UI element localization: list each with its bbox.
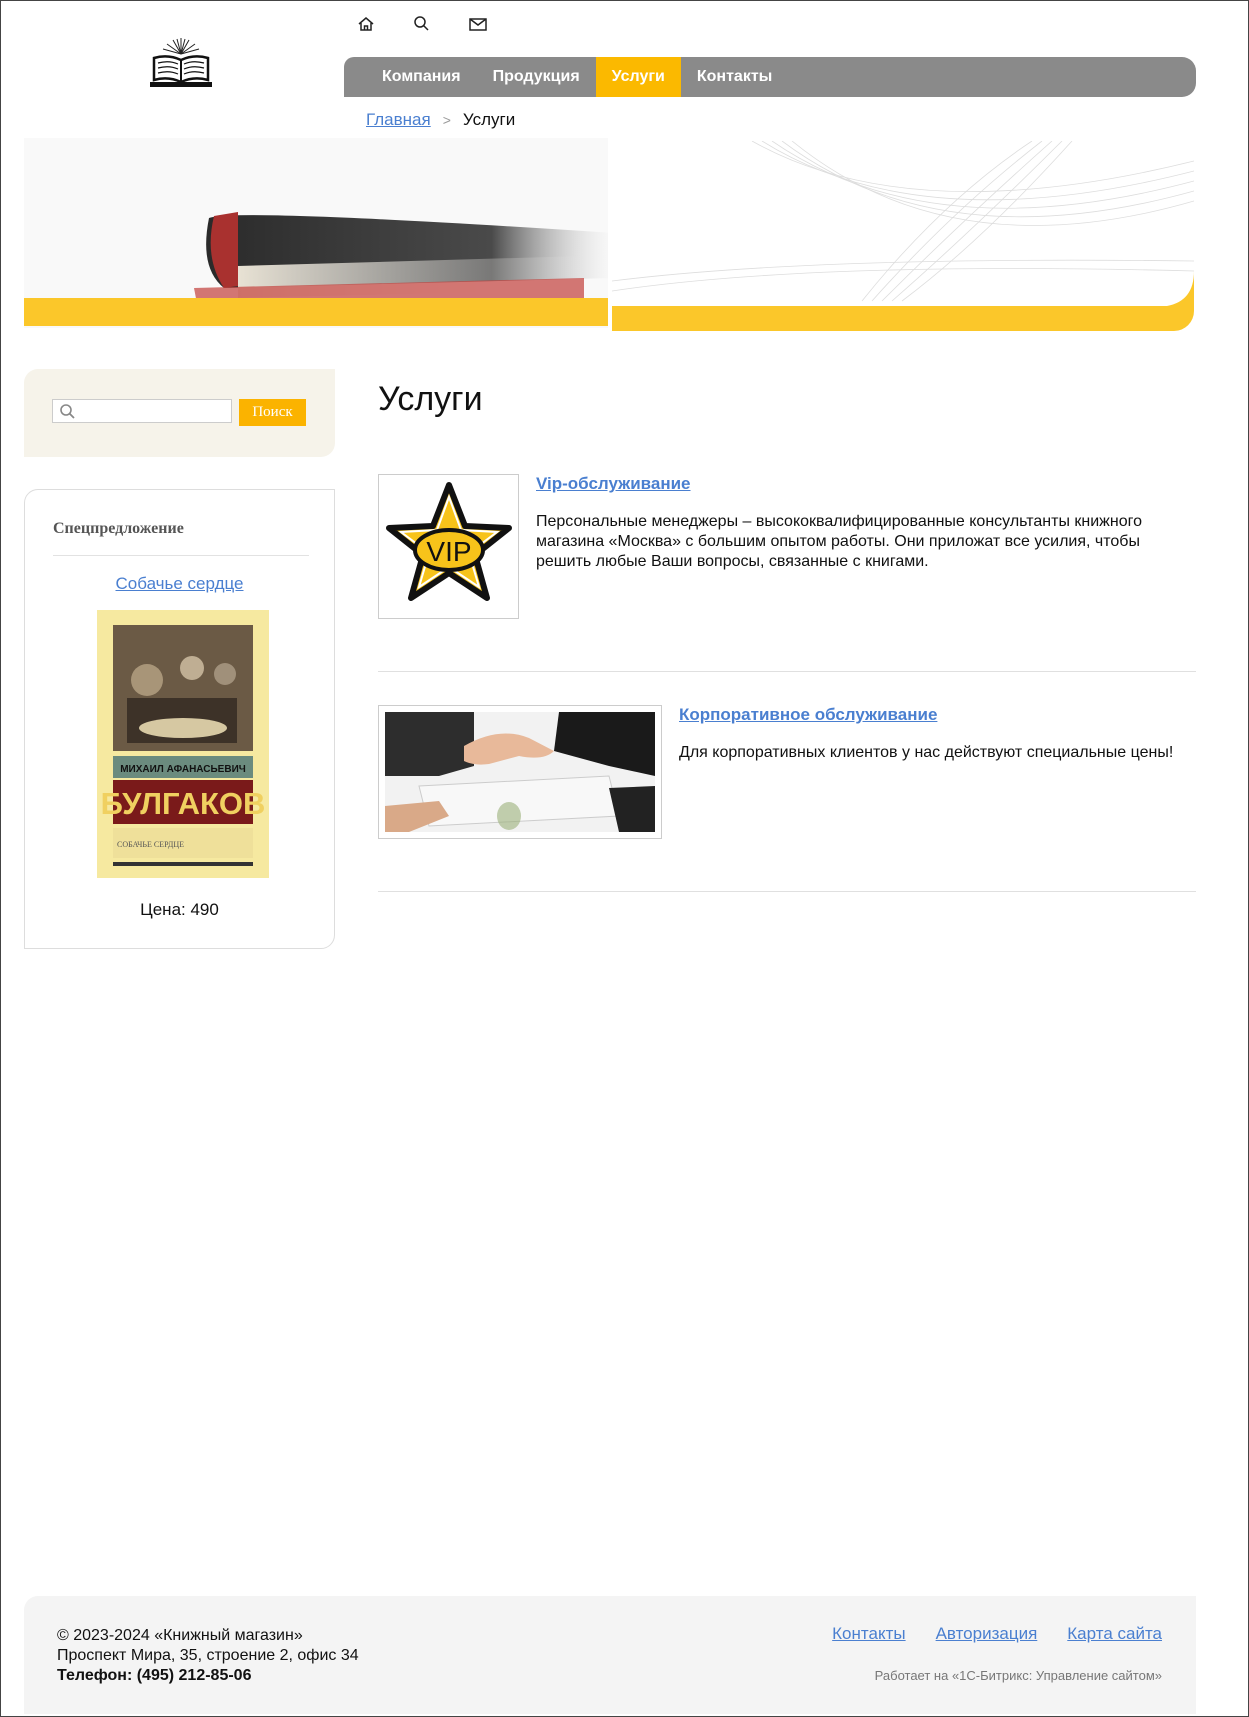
sidebar-search: Поиск <box>24 369 335 457</box>
service-title-link[interactable]: Vip-обслуживание <box>536 474 691 494</box>
book-author-text: МИХАИЛ АФАНАСЬЕВИЧ <box>120 764 246 775</box>
special-offer-price: Цена: 490 <box>140 900 219 919</box>
footer-links: Контакты Авторизация Карта сайта <box>832 1624 1162 1644</box>
breadcrumb-home-link[interactable]: Главная <box>366 110 431 130</box>
footer-powered-by[interactable]: Работает на «1С-Битрикс: Управление сайт… <box>875 1668 1162 1683</box>
logo[interactable] <box>146 36 216 90</box>
footer: © 2023-2024 «Книжный магазин» Проспект М… <box>24 1596 1196 1714</box>
search-icon <box>59 403 77 421</box>
handshake-image[interactable] <box>378 705 662 839</box>
nav-item-contacts[interactable]: Контакты <box>681 57 788 97</box>
mail-icon[interactable] <box>468 14 496 38</box>
divider <box>53 555 309 556</box>
page-title: Услуги <box>378 380 483 418</box>
banner-book-image <box>24 138 608 328</box>
nav-item-company[interactable]: Компания <box>366 57 477 97</box>
vip-text: VIP <box>426 536 471 567</box>
footer-link-sitemap[interactable]: Карта сайта <box>1067 1624 1162 1644</box>
footer-address: Проспект Мира, 35, строение 2, офис 34 <box>57 1647 359 1664</box>
header-banner <box>24 138 1194 331</box>
service-title-link[interactable]: Корпоративное обслуживание <box>679 705 937 725</box>
divider <box>378 671 1196 672</box>
footer-phone: Телефон: (495) 212-85-06 <box>57 1667 252 1684</box>
search-button[interactable]: Поиск <box>239 399 306 426</box>
breadcrumb-separator: > <box>442 112 451 128</box>
footer-copyright: © 2023-2024 «Книжный магазин» <box>57 1627 303 1644</box>
nav-item-services[interactable]: Услуги <box>595 57 681 97</box>
breadcrumb-current: Услуги <box>462 110 516 129</box>
service-description: Персональные менеджеры – высококвалифици… <box>536 513 1142 570</box>
divider <box>378 891 1196 892</box>
search-icon[interactable] <box>412 14 440 38</box>
book-surname-text: БУЛГАКОВ <box>101 786 266 821</box>
nav-item-products[interactable]: Продукция <box>477 57 596 97</box>
footer-link-login[interactable]: Авторизация <box>936 1624 1038 1644</box>
book-title-text: СОБАЧЬЕ СЕРДЦЕ <box>117 840 184 849</box>
home-icon[interactable] <box>356 14 384 38</box>
special-offer-title: Спецпредложение <box>53 520 184 537</box>
footer-info: © 2023-2024 «Книжный магазин» Проспект М… <box>57 1626 359 1686</box>
main-nav: Компания Продукция Услуги Контакты <box>344 57 1196 97</box>
special-offer-panel: Спецпредложение Собачье сердце МИХАИЛ АФ… <box>24 489 335 949</box>
vip-image[interactable]: VIP <box>378 474 519 619</box>
footer-link-contacts[interactable]: Контакты <box>832 1624 905 1644</box>
service-item: VIP Vip-обслуживание Персональные менедж… <box>378 474 1196 619</box>
banner-pattern <box>612 141 1194 331</box>
special-offer-book-link[interactable]: Собачье сердце <box>116 574 244 593</box>
top-icons <box>356 14 496 38</box>
book-cover-image[interactable]: МИХАИЛ АФАНАСЬЕВИЧ БУЛГАКОВ СОБАЧЬЕ СЕРД… <box>97 610 269 878</box>
search-input[interactable] <box>52 399 232 423</box>
service-item: Корпоративное обслуживание Для корпорати… <box>378 705 1196 840</box>
breadcrumb: Главная > Услуги <box>366 110 515 130</box>
service-description: Для корпоративных клиентов у нас действу… <box>679 744 1174 761</box>
